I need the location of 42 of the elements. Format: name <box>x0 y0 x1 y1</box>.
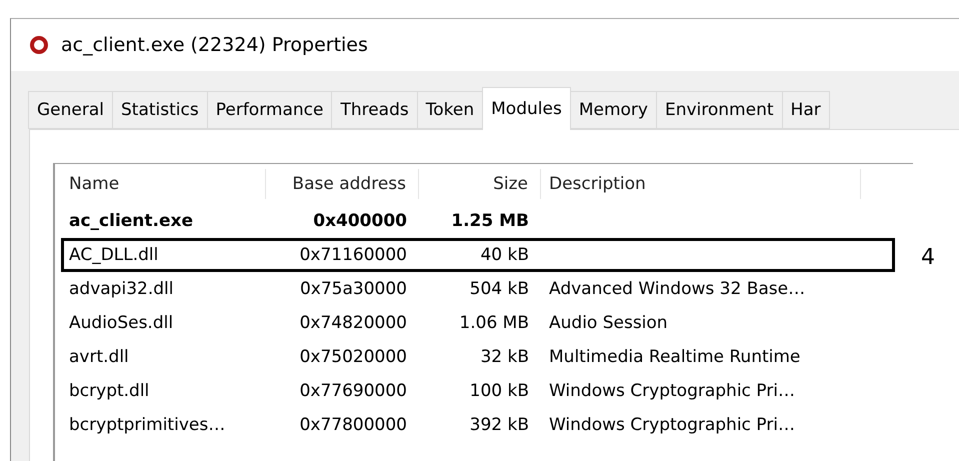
tab[interactable]: Threads <box>331 91 418 129</box>
table-cell-text: Windows Cryptographic Pri… <box>548 415 796 435</box>
window-title: ac_client.exe (22324) Properties <box>61 34 368 56</box>
column-header[interactable]: Size <box>419 169 541 199</box>
table-cell-text: 32 kB <box>479 347 530 367</box>
table-cell-text: advapi32.dll <box>68 279 174 299</box>
tab[interactable]: Har <box>782 91 830 129</box>
tab[interactable]: Environment <box>656 91 783 129</box>
table-cell-text: 0x75a30000 <box>298 279 408 299</box>
table-cell-text: Advanced Windows 32 Base… <box>548 279 806 299</box>
table-cell-text: 1.25 MB <box>450 211 530 231</box>
column-header[interactable]: Description <box>541 169 861 199</box>
tab[interactable]: General <box>28 91 113 129</box>
table-cell-text: 40 kB <box>479 245 530 265</box>
table-cell-text: 0x77800000 <box>298 415 408 435</box>
tab[interactable]: Statistics <box>112 91 208 129</box>
table-cell-text: 0x400000 <box>312 211 408 231</box>
table-cell-text: 100 kB <box>468 381 530 401</box>
table-cell-text: ac_client.exe <box>68 211 194 231</box>
column-header[interactable]: Base address <box>266 169 419 199</box>
tab[interactable]: Modules <box>482 87 571 130</box>
table-cell-text: 0x71160000 <box>298 245 408 265</box>
tab[interactable]: Performance <box>206 91 332 129</box>
table-cell-text: AudioSes.dll <box>68 313 174 333</box>
table-cell-text: AC_DLL.dll <box>68 245 160 265</box>
tab[interactable]: Token <box>416 91 484 129</box>
table-cell-text: avrt.dll <box>68 347 130 367</box>
table-cell-text: Audio Session <box>548 313 669 333</box>
table-cell-text: 1.06 MB <box>458 313 530 333</box>
app-icon <box>29 35 49 55</box>
table-cell-text: 0x77690000 <box>298 381 408 401</box>
table-cell-text: 392 kB <box>468 415 530 435</box>
table-cell-text: bcryptprimitives… <box>68 415 226 435</box>
table-cell-text: 0x75020000 <box>298 347 408 367</box>
column-header[interactable]: Name <box>61 169 266 199</box>
table-cell-text: 504 kB <box>468 279 530 299</box>
tab[interactable]: Memory <box>570 91 657 129</box>
table-cell-text: bcrypt.dll <box>68 381 150 401</box>
table-cell-text: Multimedia Realtime Runtime <box>548 347 802 367</box>
table-cell-text: Windows Cryptographic Pri… <box>548 381 796 401</box>
annotation-number: 4 <box>921 245 935 270</box>
table-cell-text: 0x74820000 <box>298 313 408 333</box>
